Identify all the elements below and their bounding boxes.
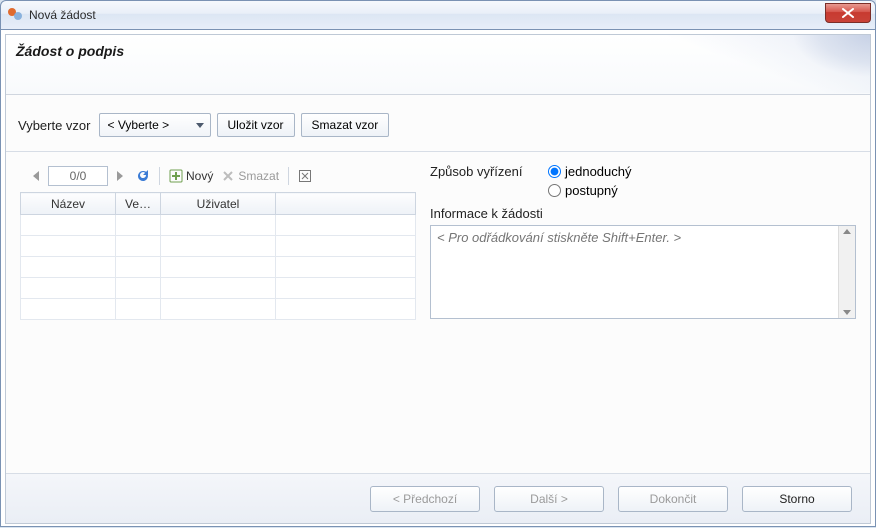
prev-button[interactable]: < Předchozí	[370, 486, 480, 512]
header-band: Žádost o podpis	[6, 35, 870, 95]
mode-simple-label: jednoduchý	[565, 164, 632, 179]
info-textarea[interactable]	[431, 226, 838, 318]
mode-step-radio[interactable]	[548, 184, 561, 197]
first-page-icon[interactable]	[26, 167, 44, 185]
table-row[interactable]	[21, 278, 416, 299]
plus-icon	[169, 169, 183, 183]
right-pane: Způsob vyřízení jednoduchý postupný Info	[430, 164, 856, 320]
window-body: Žádost o podpis Vyberte vzor < Vyberte >…	[0, 30, 876, 527]
close-icon	[841, 8, 855, 18]
mode-simple-option[interactable]: jednoduchý	[548, 164, 632, 179]
mode-step-label: postupný	[565, 183, 618, 198]
info-textarea-wrap	[430, 225, 856, 319]
grid-options-icon[interactable]	[296, 167, 314, 185]
mode-step-option[interactable]: postupný	[548, 183, 618, 198]
mode-row-2: postupný	[548, 183, 856, 198]
delete-icon	[221, 169, 235, 183]
page-title: Žádost o podpis	[16, 43, 860, 59]
titlebar: Nová žádost	[0, 0, 876, 30]
page-indicator	[48, 166, 108, 186]
inner-panel: Žádost o podpis Vyberte vzor < Vyberte >…	[5, 34, 871, 524]
toolbar-separator-2	[288, 167, 289, 185]
mode-label: Způsob vyřízení	[430, 164, 538, 179]
textarea-scrollbar[interactable]	[838, 226, 855, 318]
app-icon	[7, 7, 23, 23]
scroll-up-icon	[843, 229, 851, 234]
mode-row: Způsob vyřízení jednoduchý	[430, 164, 856, 179]
col-name[interactable]: Název	[21, 193, 116, 215]
delete-template-button[interactable]: Smazat vzor	[301, 113, 390, 137]
last-page-icon[interactable]	[112, 167, 130, 185]
mode-simple-radio[interactable]	[548, 165, 561, 178]
window-title: Nová žádost	[29, 8, 96, 22]
toolbar-separator	[159, 167, 160, 185]
next-button[interactable]: Další >	[494, 486, 604, 512]
new-row-label: Nový	[186, 169, 213, 183]
template-row: Vyberte vzor < Vyberte > Uložit vzor Sma…	[6, 95, 870, 152]
scroll-down-icon	[843, 310, 851, 315]
new-row-button[interactable]: Nový	[167, 169, 215, 183]
table-header-row: Název Ve… Uživatel	[21, 193, 416, 215]
info-label: Informace k žádosti	[430, 206, 856, 221]
delete-row-button[interactable]: Smazat	[219, 169, 281, 183]
template-select-value: < Vyberte >	[108, 118, 170, 132]
content-area: Nový Smazat	[6, 152, 870, 320]
col-user[interactable]: Uživatel	[161, 193, 276, 215]
left-pane: Nový Smazat	[20, 164, 416, 320]
table-row[interactable]	[21, 257, 416, 278]
pager-toolbar: Nový Smazat	[20, 164, 416, 192]
table-row[interactable]	[21, 236, 416, 257]
save-template-button[interactable]: Uložit vzor	[217, 113, 295, 137]
col-extra[interactable]	[276, 193, 416, 215]
close-button[interactable]	[825, 3, 871, 23]
table-row[interactable]	[21, 215, 416, 236]
table-row[interactable]	[21, 299, 416, 320]
items-table[interactable]: Název Ve… Uživatel	[20, 192, 416, 320]
template-select[interactable]: < Vyberte >	[99, 113, 211, 137]
finish-button[interactable]: Dokončit	[618, 486, 728, 512]
template-label: Vyberte vzor	[18, 118, 91, 133]
wizard-footer: < Předchozí Další > Dokončit Storno	[6, 473, 870, 523]
refresh-icon[interactable]	[134, 167, 152, 185]
delete-row-label: Smazat	[238, 169, 279, 183]
cancel-button[interactable]: Storno	[742, 486, 852, 512]
col-version[interactable]: Ve…	[116, 193, 161, 215]
